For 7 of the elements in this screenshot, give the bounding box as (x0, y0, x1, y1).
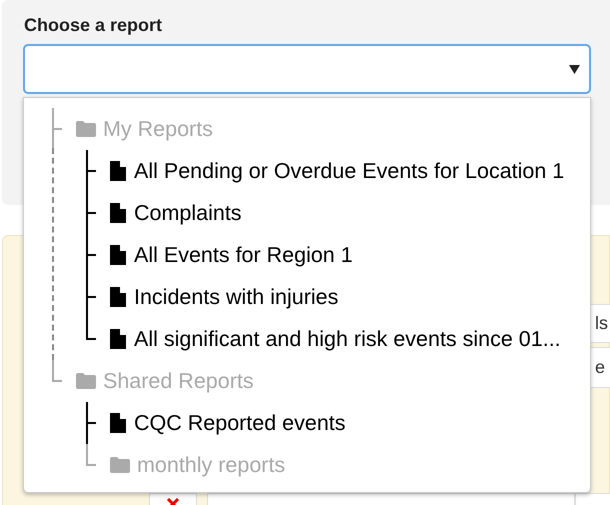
report-item[interactable]: Incidents with injuries (134, 284, 338, 310)
report-item[interactable]: CQC Reported events (134, 410, 346, 436)
field-label: Choose a report (24, 14, 164, 36)
report-item[interactable]: All Events for Region 1 (134, 242, 353, 268)
report-item[interactable]: All Pending or Overdue Events for Location 1 (134, 158, 564, 184)
report-item[interactable]: Complaints (134, 200, 242, 226)
report-item[interactable]: All significant and high risk events since 01... (134, 326, 561, 352)
